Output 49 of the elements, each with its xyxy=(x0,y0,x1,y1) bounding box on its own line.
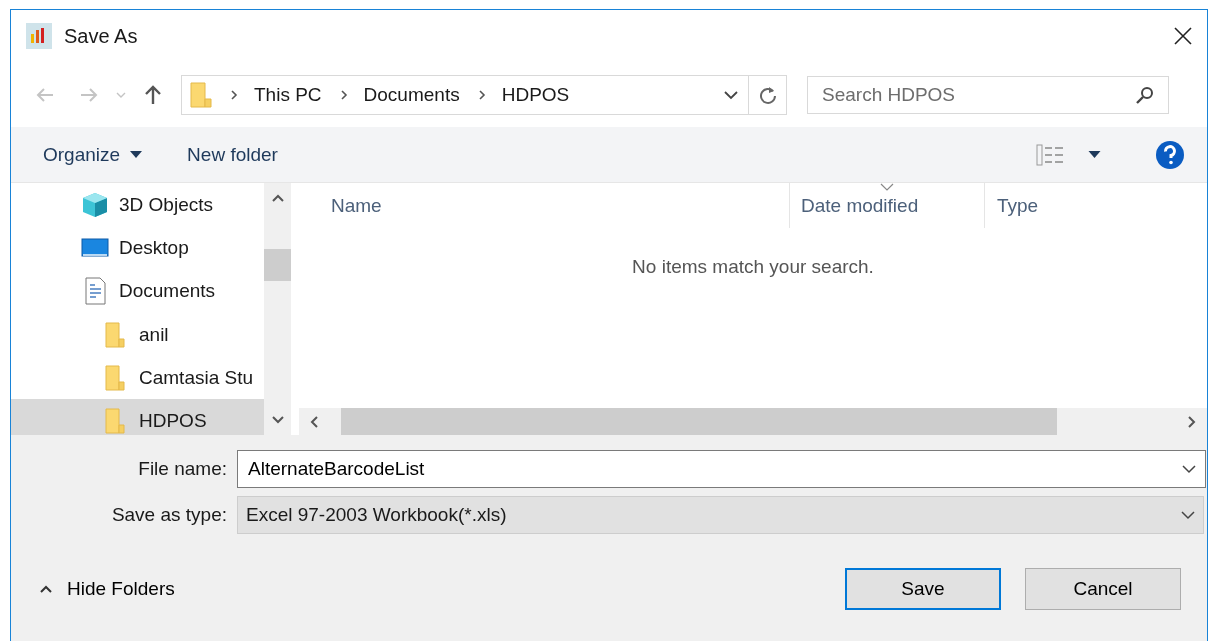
horizontal-scrollbar[interactable] xyxy=(299,408,1207,435)
dropdown-caret-icon[interactable] xyxy=(1181,510,1195,520)
chevron-icon xyxy=(230,88,238,101)
scroll-right-icon[interactable] xyxy=(1187,414,1197,429)
chevron-icon xyxy=(477,88,486,101)
scroll-left-icon[interactable] xyxy=(309,414,319,429)
column-header[interactable]: Date modified xyxy=(790,183,985,228)
refresh-icon xyxy=(757,84,778,105)
column-header[interactable]: Name xyxy=(299,183,790,228)
address-bar[interactable]: This PC Documents HDPOS xyxy=(181,74,787,115)
file-type-dropdown[interactable]: Excel 97-2003 Workbook(*.xls) xyxy=(237,496,1204,534)
search-icon xyxy=(1135,84,1155,105)
cube-icon xyxy=(81,190,109,219)
save-button[interactable]: Save xyxy=(845,568,1001,610)
caret-icon xyxy=(130,150,143,159)
view-caret-icon[interactable] xyxy=(1088,150,1101,159)
breadcrumb[interactable]: Documents xyxy=(363,83,460,106)
help-icon[interactable] xyxy=(1155,139,1185,170)
search-field[interactable]: Search HDPOS xyxy=(807,75,1169,114)
breadcrumb[interactable]: HDPOS xyxy=(501,83,570,106)
close-icon[interactable] xyxy=(1173,26,1193,46)
cancel-button[interactable]: Cancel xyxy=(1025,568,1181,610)
chevron-icon xyxy=(339,88,348,101)
window-title: Save As xyxy=(64,24,138,48)
hide-folders-button[interactable]: Hide Folders xyxy=(33,577,181,601)
app-icon xyxy=(26,23,52,49)
organize-menu[interactable]: Organize xyxy=(33,139,153,170)
empty-message: No items match your search. xyxy=(632,256,874,279)
folder-tree-item[interactable]: HDPOS xyxy=(11,399,264,435)
new-folder-button[interactable]: New folder xyxy=(177,139,288,170)
dropdown-caret-icon[interactable] xyxy=(724,89,738,100)
folder-tree-item[interactable]: 3D Objects xyxy=(11,183,264,227)
folder-icon xyxy=(190,81,212,108)
scroll-thumb[interactable] xyxy=(264,249,291,281)
folder-tree-item[interactable]: anil xyxy=(11,312,264,357)
field-label: Save as type: xyxy=(110,504,228,526)
scroll-up-icon[interactable] xyxy=(270,193,285,203)
breadcrumb[interactable]: This PC xyxy=(254,83,322,106)
folder-tree-item[interactable]: Camtasia Stu xyxy=(11,356,264,400)
field-label: File name: xyxy=(137,458,228,480)
caret-icon xyxy=(39,584,53,594)
folder-tree-item[interactable]: Documents xyxy=(11,269,264,313)
vertical-scrollbar[interactable] xyxy=(264,183,291,435)
folder-tree-item[interactable]: Desktop xyxy=(11,226,264,270)
file-name-field[interactable]: AlternateBarcodeList xyxy=(237,450,1206,488)
scroll-down-icon[interactable] xyxy=(270,415,285,425)
sort-caret-icon xyxy=(880,183,894,191)
scroll-thumb[interactable] xyxy=(341,408,1057,435)
column-header[interactable]: Type xyxy=(985,183,1207,228)
